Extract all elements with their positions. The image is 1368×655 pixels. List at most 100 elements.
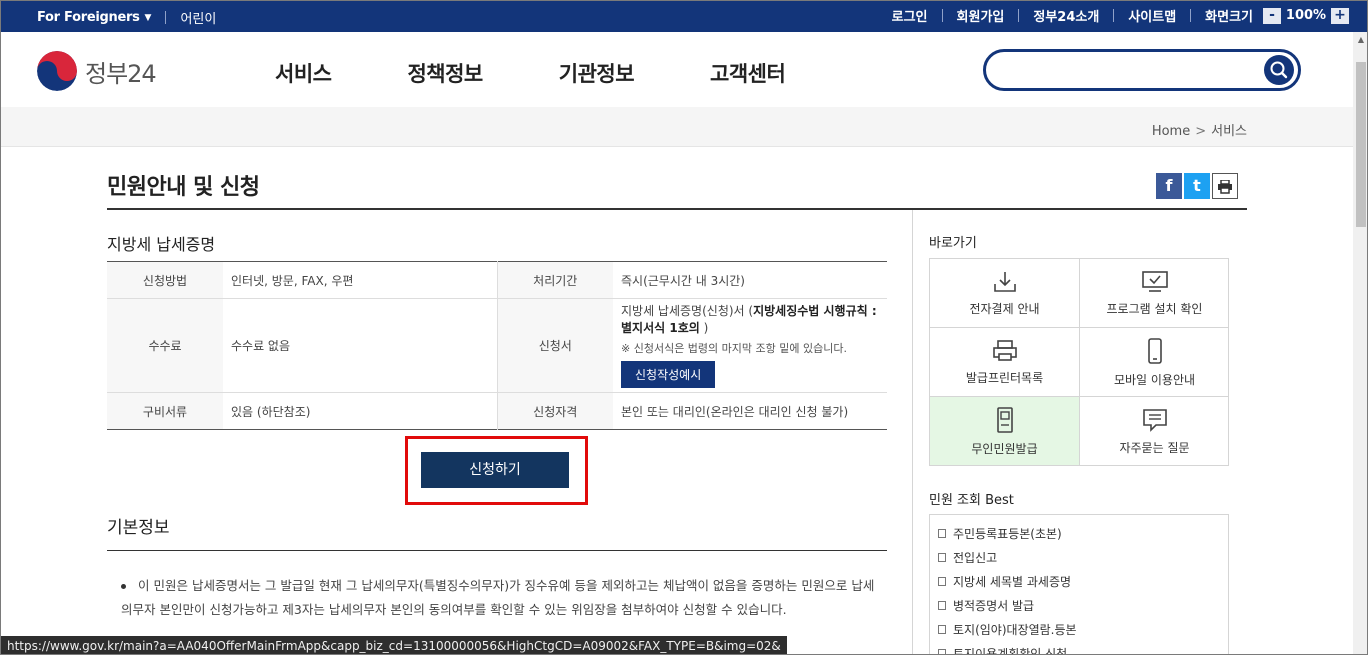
quick-link-label: 프로그램 설치 확인: [1106, 301, 1203, 316]
form-example-button[interactable]: 신청작성예시: [621, 361, 716, 388]
quick-link-label: 무인민원발급: [971, 441, 1038, 456]
quick-links-title: 바로가기: [929, 236, 977, 251]
quick-link-label: 모바일 이용안내: [1113, 372, 1196, 387]
scroll-up-icon[interactable]: ▲: [1353, 32, 1367, 48]
search-button[interactable]: [1264, 55, 1294, 85]
table-header-cell: 신청방법: [107, 261, 223, 299]
screen-size-label: 화면크기: [1205, 10, 1253, 25]
browser-viewport: For Foreigners ▼ 어린이 로그인 회원가입 정부24소개 사이트…: [0, 0, 1368, 655]
kids-link[interactable]: 어린이: [180, 8, 216, 27]
zoom-in-button[interactable]: +: [1331, 7, 1349, 24]
twitter-icon[interactable]: t: [1184, 173, 1210, 199]
nav-support[interactable]: 고객센터: [710, 58, 786, 88]
breadcrumb-arrow-icon: >: [1195, 124, 1207, 139]
page-title: 민원안내 및 신청: [107, 175, 260, 200]
table-header-cell: 구비서류: [107, 392, 223, 430]
scrollbar-thumb[interactable]: [1356, 62, 1366, 227]
form-prefix: 지방세 납세증명(신청)서 (: [621, 304, 754, 318]
printer-icon: [992, 339, 1017, 361]
list-item-label: 지방세 세목별 과세증명: [953, 574, 1072, 589]
zoom-control: - 100% +: [1263, 7, 1349, 24]
title-divider: [107, 208, 1247, 210]
quick-link-faq[interactable]: 자주묻는 질문: [1080, 397, 1229, 465]
divider: [1113, 9, 1115, 22]
vertical-scrollbar[interactable]: ▲: [1353, 32, 1367, 654]
taegeuk-logo-icon: [37, 51, 77, 91]
for-foreigners-link[interactable]: For Foreigners: [37, 10, 140, 25]
table-cell: 인터넷, 방문, FAX, 우편: [223, 261, 498, 299]
main-navigation: 서비스 정책정보 기관정보 고객센터: [275, 58, 861, 88]
quick-link-epayment[interactable]: 전자결제 안내: [930, 259, 1080, 328]
list-item[interactable]: 토지(임야)대장열람.등본: [938, 617, 1228, 641]
divider: [165, 11, 167, 24]
quick-link-program-check[interactable]: 프로그램 설치 확인: [1080, 259, 1229, 328]
list-item-label: 토지이용계획확인 신청: [953, 646, 1068, 655]
quick-link-kiosk[interactable]: 무인민원발급: [930, 397, 1080, 465]
table-header-cell: 신청서: [497, 298, 613, 393]
zoom-value: 100%: [1285, 8, 1327, 23]
list-item[interactable]: 전입신고: [938, 545, 1228, 569]
form-suffix: ): [699, 321, 709, 335]
mobile-icon: [1147, 337, 1162, 364]
table-header-cell: 신청자격: [497, 392, 613, 430]
search-box: [983, 49, 1301, 91]
basic-info-paragraph: 이 민원은 납세증명서는 그 발급일 현재 그 납세의무자(특별징수의무자)가 …: [121, 578, 875, 617]
download-icon: [993, 271, 1016, 292]
list-item-label: 병적증명서 발급: [953, 598, 1035, 613]
caret-down-icon[interactable]: ▼: [145, 13, 152, 23]
divider: [941, 9, 943, 22]
site-logo[interactable]: 정부24: [37, 51, 157, 91]
form-description: 지방세 납세증명(신청)서 (지방세징수법 시행규칙 : 별지서식 1호의 ): [621, 303, 879, 337]
document-icon: [938, 552, 946, 562]
zoom-out-button[interactable]: -: [1263, 7, 1281, 24]
table-row: 신청방법 인터넷, 방문, FAX, 우편 처리기간 즉시(근무시간 내 3시간…: [107, 261, 887, 299]
document-icon: [938, 624, 946, 634]
print-icon[interactable]: [1212, 173, 1238, 199]
search-input[interactable]: [1000, 58, 1250, 82]
basic-info-text: 이 민원은 납세증명서는 그 발급일 현재 그 납세의무자(특별징수의무자)가 …: [121, 574, 881, 622]
facebook-icon[interactable]: f: [1156, 173, 1182, 199]
table-cell: 수수료 없음: [223, 298, 498, 393]
divider: [1018, 9, 1020, 22]
list-item[interactable]: 주민등록표등본(초본): [938, 521, 1228, 545]
sitemap-link[interactable]: 사이트맵: [1128, 6, 1176, 25]
service-name: 지방세 납세증명: [107, 235, 216, 254]
logo-text: 정부24: [85, 59, 157, 88]
form-note: ※ 신청서식은 법령의 마지막 조항 밑에 있습니다.: [621, 342, 847, 355]
document-icon: [938, 648, 946, 654]
monitor-check-icon: [1141, 270, 1168, 292]
quick-link-mobile[interactable]: 모바일 이용안내: [1080, 328, 1229, 397]
list-item-label: 전입신고: [953, 550, 998, 565]
list-item[interactable]: 지방세 세목별 과세증명: [938, 569, 1228, 593]
document-icon: [938, 576, 946, 586]
signup-link[interactable]: 회원가입: [957, 6, 1005, 25]
apply-button[interactable]: 신청하기: [421, 452, 569, 488]
breadcrumb-current[interactable]: 서비스: [1211, 124, 1247, 139]
list-item[interactable]: 토지이용계획확인 신청: [938, 641, 1228, 655]
document-icon: [938, 528, 946, 538]
bullet-icon: [121, 584, 126, 589]
nav-agency[interactable]: 기관정보: [559, 58, 635, 88]
list-item-label: 주민등록표등본(초본): [953, 526, 1062, 541]
login-link[interactable]: 로그인: [892, 6, 928, 25]
table-cell: 있음 (하단참조): [223, 392, 498, 430]
list-item[interactable]: 병적증명서 발급: [938, 593, 1228, 617]
about-link[interactable]: 정부24소개: [1033, 6, 1099, 25]
divider: [1190, 9, 1192, 22]
table-header-cell: 처리기간: [497, 261, 613, 299]
table-header-cell: 수수료: [107, 298, 223, 393]
nav-policy[interactable]: 정책정보: [407, 58, 483, 88]
table-row: 수수료 수수료 없음 신청서 지방세 납세증명(신청)서 (지방세징수법 시행규…: [107, 298, 887, 393]
best-services-list: 주민등록표등본(초본) 전입신고 지방세 세목별 과세증명 병적증명서 발급 토…: [929, 514, 1229, 655]
quick-links-grid: 전자결제 안내 프로그램 설치 확인 발급프린터목록 모바일 이용안내 무인민원…: [929, 258, 1229, 466]
breadcrumb-home[interactable]: Home: [1152, 124, 1190, 139]
quick-link-label: 자주묻는 질문: [1119, 440, 1190, 455]
site-header: 정부24 서비스 정책정보 기관정보 고객센터: [1, 32, 1353, 107]
nav-service[interactable]: 서비스: [275, 58, 332, 88]
quick-link-printer-list[interactable]: 발급프린터목록: [930, 328, 1080, 397]
breadcrumb-band: Home > 서비스: [1, 107, 1353, 147]
column-divider: [912, 210, 913, 654]
document-icon: [938, 600, 946, 610]
status-url-bar: https://www.gov.kr/main?a=AA040OfferMain…: [1, 636, 787, 654]
chat-icon: [1142, 408, 1167, 432]
